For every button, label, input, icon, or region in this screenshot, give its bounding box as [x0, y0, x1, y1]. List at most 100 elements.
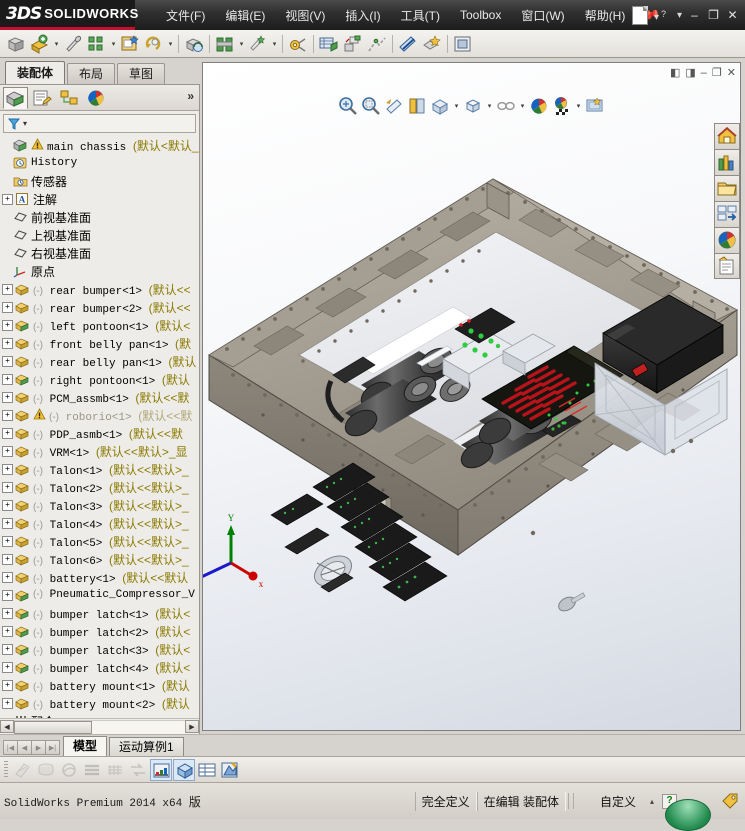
tree-item-pdp-assmb-1[interactable]: +(-) PDP_asmb<1> (默认<<默: [0, 424, 199, 442]
tree-item-rear-bumper-2[interactable]: +(-) rear bumper<2> (默认<<: [0, 298, 199, 316]
tree-item-vrm-1[interactable]: +(-) VRM<1> (默认<<默认>_显: [0, 442, 199, 460]
task-pane-view-palette-icon[interactable]: [714, 201, 740, 227]
tab-next-button[interactable]: ▶: [31, 740, 46, 755]
expand-toggle[interactable]: +: [2, 482, 13, 493]
smart-fasteners-icon[interactable]: [119, 33, 141, 55]
task-pane-appearances-icon[interactable]: [714, 227, 740, 253]
tab-layout[interactable]: 布局: [67, 63, 115, 84]
exploded-view-icon[interactable]: [342, 33, 364, 55]
symmetry-check-icon[interactable]: [127, 759, 149, 781]
expand-toggle[interactable]: +: [2, 284, 13, 295]
tree-filter-row[interactable]: ▾: [3, 114, 196, 133]
expand-toggle[interactable]: +: [2, 500, 13, 511]
expand-toggle[interactable]: +: [2, 626, 13, 637]
chevron-down-icon[interactable]: ▾: [166, 33, 175, 55]
tree-item-left-pontoon-1[interactable]: +(-) left pontoon<1> (默认<: [0, 316, 199, 334]
graphics-viewport[interactable]: Y z x ◧ ◨ – ❐ ✕: [203, 63, 740, 730]
tree-item-bumper-latch-3[interactable]: +(-) bumper latch<3> (默认<: [0, 640, 199, 658]
expand-toggle[interactable]: +: [2, 320, 13, 331]
scroll-left-button[interactable]: ◀: [0, 720, 14, 733]
expand-toggle[interactable]: +: [2, 680, 13, 691]
tree-item-rear-bumper-1[interactable]: +(-) rear bumper<1> (默认<<: [0, 280, 199, 298]
reference-geometry-icon[interactable]: [247, 33, 269, 55]
display-manager-tab[interactable]: [84, 87, 109, 109]
curvature-icon[interactable]: [104, 759, 126, 781]
tree-item-battery-1[interactable]: +(-) battery<1> (默认<<默认: [0, 568, 199, 586]
show-hidden-components-icon[interactable]: [183, 33, 205, 55]
document-restore-button[interactable]: ❐: [712, 66, 722, 79]
chevron-down-icon[interactable]: ▾: [452, 95, 461, 117]
expand-toggle[interactable]: +: [2, 590, 13, 601]
tree-item-root[interactable]: main chassis (默认<默认_显: [0, 136, 199, 154]
collapse-left-icon[interactable]: ◧: [670, 66, 680, 79]
menu-window[interactable]: 窗口(W): [512, 4, 573, 27]
sustainability-orb-icon[interactable]: [665, 799, 711, 831]
menu-help[interactable]: 帮助(H): [576, 4, 635, 27]
expand-toggle[interactable]: +: [2, 698, 13, 709]
tree-item-annotations[interactable]: +A注解: [0, 190, 199, 208]
task-pane-file-explorer-icon[interactable]: [714, 175, 740, 201]
tree-item-right-plane[interactable]: 右视基准面: [0, 244, 199, 262]
expand-toggle[interactable]: +: [2, 644, 13, 655]
tree-item-talon-5[interactable]: +(-) Talon<5> (默认<<默认>_: [0, 532, 199, 550]
zebra-stripes-icon[interactable]: [81, 759, 103, 781]
tab-assembly[interactable]: 装配体: [5, 61, 65, 84]
view-settings-icon[interactable]: [584, 95, 606, 117]
chevron-down-icon[interactable]: ▾: [485, 95, 494, 117]
feature-manager-tab[interactable]: [3, 87, 28, 109]
tree-horizontal-scrollbar[interactable]: ◀ ▶: [0, 718, 199, 734]
menu-insert[interactable]: 插入(I): [336, 4, 389, 27]
close-button[interactable]: ✕: [724, 8, 741, 23]
expand-toggle[interactable]: +: [2, 608, 13, 619]
configuration-manager-tab[interactable]: [57, 87, 82, 109]
expand-toggle[interactable]: +: [2, 194, 13, 205]
expand-toggle[interactable]: +: [2, 554, 13, 565]
new-document-icon[interactable]: [632, 6, 648, 25]
tree-item-pcm-assmb-1[interactable]: +(-) PCM_assmb<1> (默认<<默: [0, 388, 199, 406]
display-style-icon[interactable]: [462, 95, 484, 117]
panel-overflow-chevron-icon[interactable]: »: [187, 89, 194, 103]
expand-toggle[interactable]: +: [2, 518, 13, 529]
tree-item-battery-mount-2[interactable]: +(-) battery mount<2> (默认: [0, 694, 199, 712]
chevron-down-icon[interactable]: ▾: [23, 119, 27, 128]
tab-sketch[interactable]: 草图: [117, 63, 165, 84]
move-component-icon[interactable]: [143, 33, 165, 55]
tree-item-talon-2[interactable]: +(-) Talon<2> (默认<<默认>_: [0, 478, 199, 496]
scroll-right-button[interactable]: ▶: [185, 720, 199, 733]
menu-view[interactable]: 视图(V): [276, 4, 334, 27]
chevron-down-icon[interactable]: ▾: [52, 33, 61, 55]
tab-first-button[interactable]: |◀: [3, 740, 18, 755]
task-pane-resources-icon[interactable]: [714, 123, 740, 149]
collapse-right-icon[interactable]: ◨: [685, 66, 695, 79]
document-close-button[interactable]: ✕: [727, 66, 736, 79]
tree-item-talon-6[interactable]: +(-) Talon<6> (默认<<默认>_: [0, 550, 199, 568]
tree-item-talon-3[interactable]: +(-) Talon<3> (默认<<默认>_: [0, 496, 199, 514]
expand-toggle[interactable]: +: [2, 374, 13, 385]
tree-item-right-pontoon-1[interactable]: +(-) right pontoon<1> (默认: [0, 370, 199, 388]
tree-item-top-plane[interactable]: 上视基准面: [0, 226, 199, 244]
perspective-icon[interactable]: [219, 759, 241, 781]
tab-model[interactable]: 模型: [63, 736, 107, 756]
mate-icon[interactable]: [62, 33, 84, 55]
expand-toggle[interactable]: +: [2, 392, 13, 403]
task-pane-custom-properties-icon[interactable]: [714, 253, 740, 279]
chevron-down-icon[interactable]: ▾: [237, 33, 246, 55]
tab-motion-study-1[interactable]: 运动算例1: [109, 737, 184, 756]
previous-view-icon[interactable]: [383, 95, 405, 117]
help-question-icon[interactable]: ▾?: [652, 8, 673, 23]
menu-edit[interactable]: 编辑(E): [216, 4, 274, 27]
scroll-thumb[interactable]: [14, 721, 92, 734]
chevron-down-icon[interactable]: ▾: [518, 95, 527, 117]
chevron-down-icon[interactable]: ▾: [270, 33, 279, 55]
chevron-down-icon[interactable]: ▾: [574, 95, 583, 117]
expand-toggle[interactable]: +: [2, 428, 13, 439]
apply-scene-icon[interactable]: [551, 95, 573, 117]
tree-item-history[interactable]: History: [0, 154, 199, 172]
interference-detection-icon[interactable]: [397, 33, 419, 55]
shadows-in-shaded-mode-icon[interactable]: [173, 759, 195, 781]
expand-toggle[interactable]: +: [2, 356, 13, 367]
tree-item-roborio-1[interactable]: +(-) roborio<1> (默认<<默: [0, 406, 199, 424]
chevron-down-icon[interactable]: ▾: [675, 10, 684, 21]
linear-component-pattern-icon[interactable]: [86, 33, 108, 55]
expand-toggle[interactable]: +: [2, 338, 13, 349]
